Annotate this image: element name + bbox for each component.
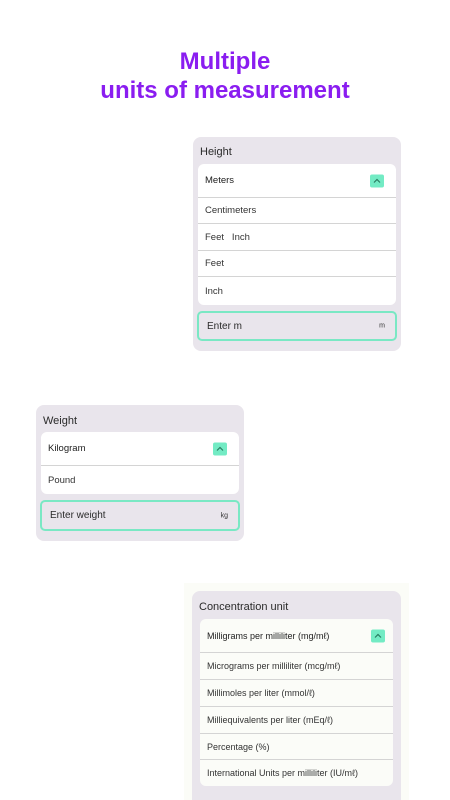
weight-option-label: Pound	[48, 474, 76, 486]
concentration-option[interactable]: Milliequivalents per liter (mEq/ℓ)	[200, 707, 393, 734]
height-option-label: Feet Inch	[205, 231, 250, 243]
height-input-placeholder: Enter m	[207, 320, 243, 332]
concentration-option[interactable]: Micrograms per milliliter (mcg/mℓ)	[200, 653, 393, 680]
concentration-option-label: Millimoles per liter (mmol/ℓ)	[207, 688, 315, 698]
concentration-selected-unit[interactable]: Milligrams per milliliter (mg/mℓ)	[200, 619, 393, 653]
height-unit-list: Meters Centimeters Feet Inch Feet Inch	[198, 164, 396, 305]
height-option-label: Centimeters	[205, 205, 257, 216]
concentration-option-label: International Units per milliliter (IU/m…	[207, 768, 358, 778]
height-title: Height	[200, 146, 232, 158]
concentration-option-label: Micrograms per milliliter (mcg/mℓ)	[207, 661, 341, 671]
weight-card: Weight Kilogram Pound Enter weight kg	[36, 405, 244, 541]
weight-input-unit: kg	[220, 512, 228, 519]
weight-input-placeholder: Enter weight	[50, 510, 106, 521]
concentration-option-label: Percentage (%)	[207, 741, 270, 752]
height-input-unit: m	[379, 322, 385, 330]
height-option-label: Inch	[205, 285, 223, 297]
headline-line-2: units of measurement	[100, 77, 350, 104]
weight-title: Weight	[43, 415, 78, 427]
weight-selected-label: Kilogram	[48, 443, 86, 454]
weight-input[interactable]: Enter weight kg	[40, 500, 240, 531]
concentration-title: Concentration unit	[199, 601, 289, 613]
weight-selected-unit[interactable]: Kilogram	[41, 432, 239, 466]
height-option-centimeters[interactable]: Centimeters	[198, 198, 396, 224]
weight-option-pound[interactable]: Pound	[41, 466, 239, 494]
concentration-card: Concentration unit Milligrams per millil…	[192, 591, 401, 800]
height-option-feet-inch[interactable]: Feet Inch	[198, 224, 396, 251]
chevron-up-icon[interactable]	[370, 174, 384, 187]
height-option-label: Feet	[205, 258, 225, 269]
height-selected-label: Meters	[205, 175, 235, 186]
concentration-option[interactable]: Millimoles per liter (mmol/ℓ)	[200, 680, 393, 707]
height-card: Height Meters Centimeters Feet Inch Feet…	[193, 137, 401, 351]
weight-unit-list: Kilogram Pound	[41, 432, 239, 494]
height-option-inch[interactable]: Inch	[198, 277, 396, 305]
concentration-unit-list: Milligrams per milliliter (mg/mℓ) Microg…	[200, 619, 393, 786]
concentration-option-label: Milliequivalents per liter (mEq/ℓ)	[207, 715, 333, 725]
concentration-selected-label: Milligrams per milliliter (mg/mℓ)	[207, 630, 330, 641]
concentration-option[interactable]: International Units per milliliter (IU/m…	[200, 760, 393, 786]
concentration-option[interactable]: Percentage (%)	[200, 734, 393, 760]
height-selected-unit[interactable]: Meters	[198, 164, 396, 198]
chevron-up-icon[interactable]	[371, 629, 385, 642]
headline: Multiple units of measurement	[0, 47, 450, 105]
chevron-up-icon[interactable]	[213, 442, 227, 455]
height-input[interactable]: Enter m m	[197, 311, 397, 341]
headline-line-1: Multiple	[179, 48, 271, 75]
height-option-feet[interactable]: Feet	[198, 251, 396, 277]
